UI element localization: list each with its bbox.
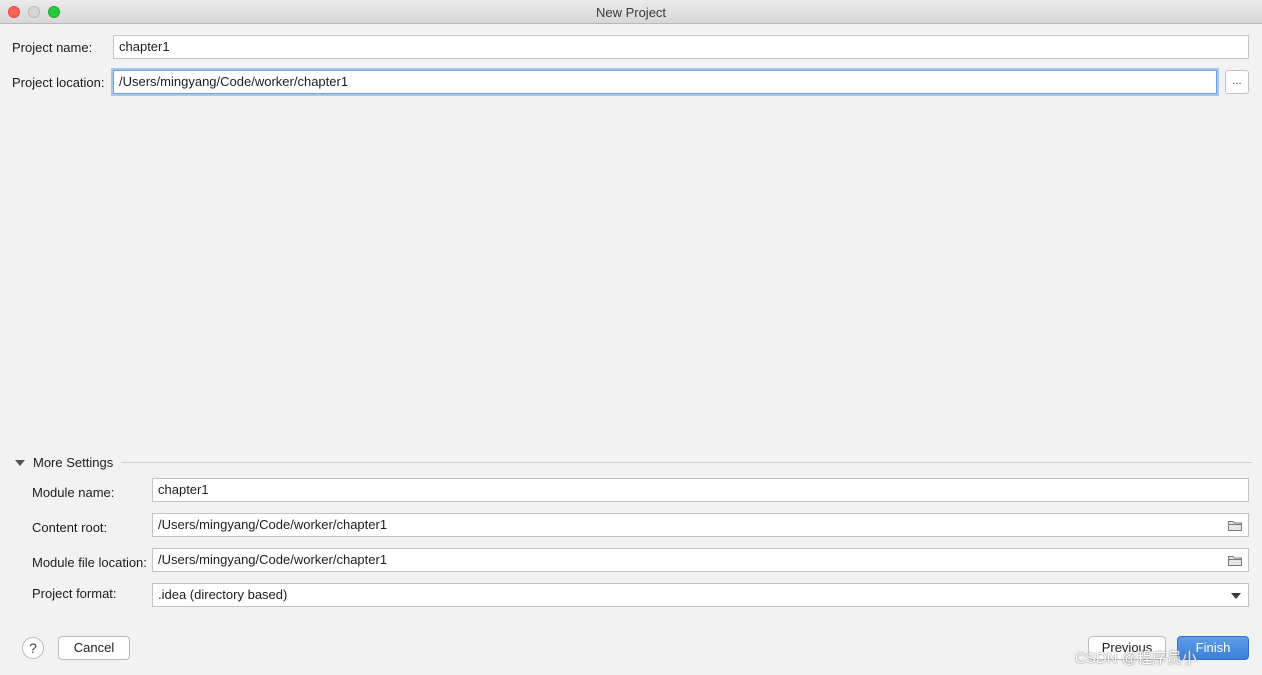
content-root-label: Content root:	[32, 520, 108, 535]
help-button[interactable]: ?	[22, 637, 44, 659]
module-file-location-input[interactable]: /Users/mingyang/Code/worker/chapter1	[152, 548, 1249, 572]
section-divider	[121, 462, 1252, 463]
project-format-label: Project format:	[32, 586, 117, 601]
folder-icon[interactable]	[1228, 520, 1242, 531]
watermark-text: CSDN @程序员小	[1075, 650, 1197, 667]
project-location-label: Project location:	[12, 75, 105, 90]
browse-location-button[interactable]: ...	[1225, 70, 1249, 94]
cancel-button[interactable]: Cancel	[58, 636, 130, 660]
window-title: New Project	[595, 5, 667, 20]
more-settings-title[interactable]: More Settings	[33, 455, 113, 470]
project-location-input[interactable]: /Users/mingyang/Code/worker/chapter1	[113, 70, 1217, 94]
module-file-location-label: Module file location:	[32, 555, 147, 570]
project-name-input[interactable]: chapter1	[113, 35, 1249, 59]
module-file-location-value: /Users/mingyang/Code/worker/chapter1	[158, 552, 388, 567]
new-project-dialog: New Project Project name: chapter1 Proje…	[0, 0, 1262, 675]
project-format-value: .idea (directory based)	[158, 587, 288, 602]
project-format-select[interactable]: .idea (directory based)	[152, 583, 1249, 607]
module-name-label: Module name:	[32, 485, 115, 500]
project-name-label: Project name:	[12, 40, 93, 55]
more-settings-toggle-icon[interactable]	[15, 460, 25, 466]
content-root-value: /Users/mingyang/Code/worker/chapter1	[158, 517, 388, 532]
chevron-down-icon	[1231, 593, 1241, 599]
module-name-input[interactable]: chapter1	[152, 478, 1249, 502]
content-root-input[interactable]: /Users/mingyang/Code/worker/chapter1	[152, 513, 1249, 537]
title-bar: New Project	[0, 0, 1262, 24]
folder-icon[interactable]	[1228, 555, 1242, 566]
